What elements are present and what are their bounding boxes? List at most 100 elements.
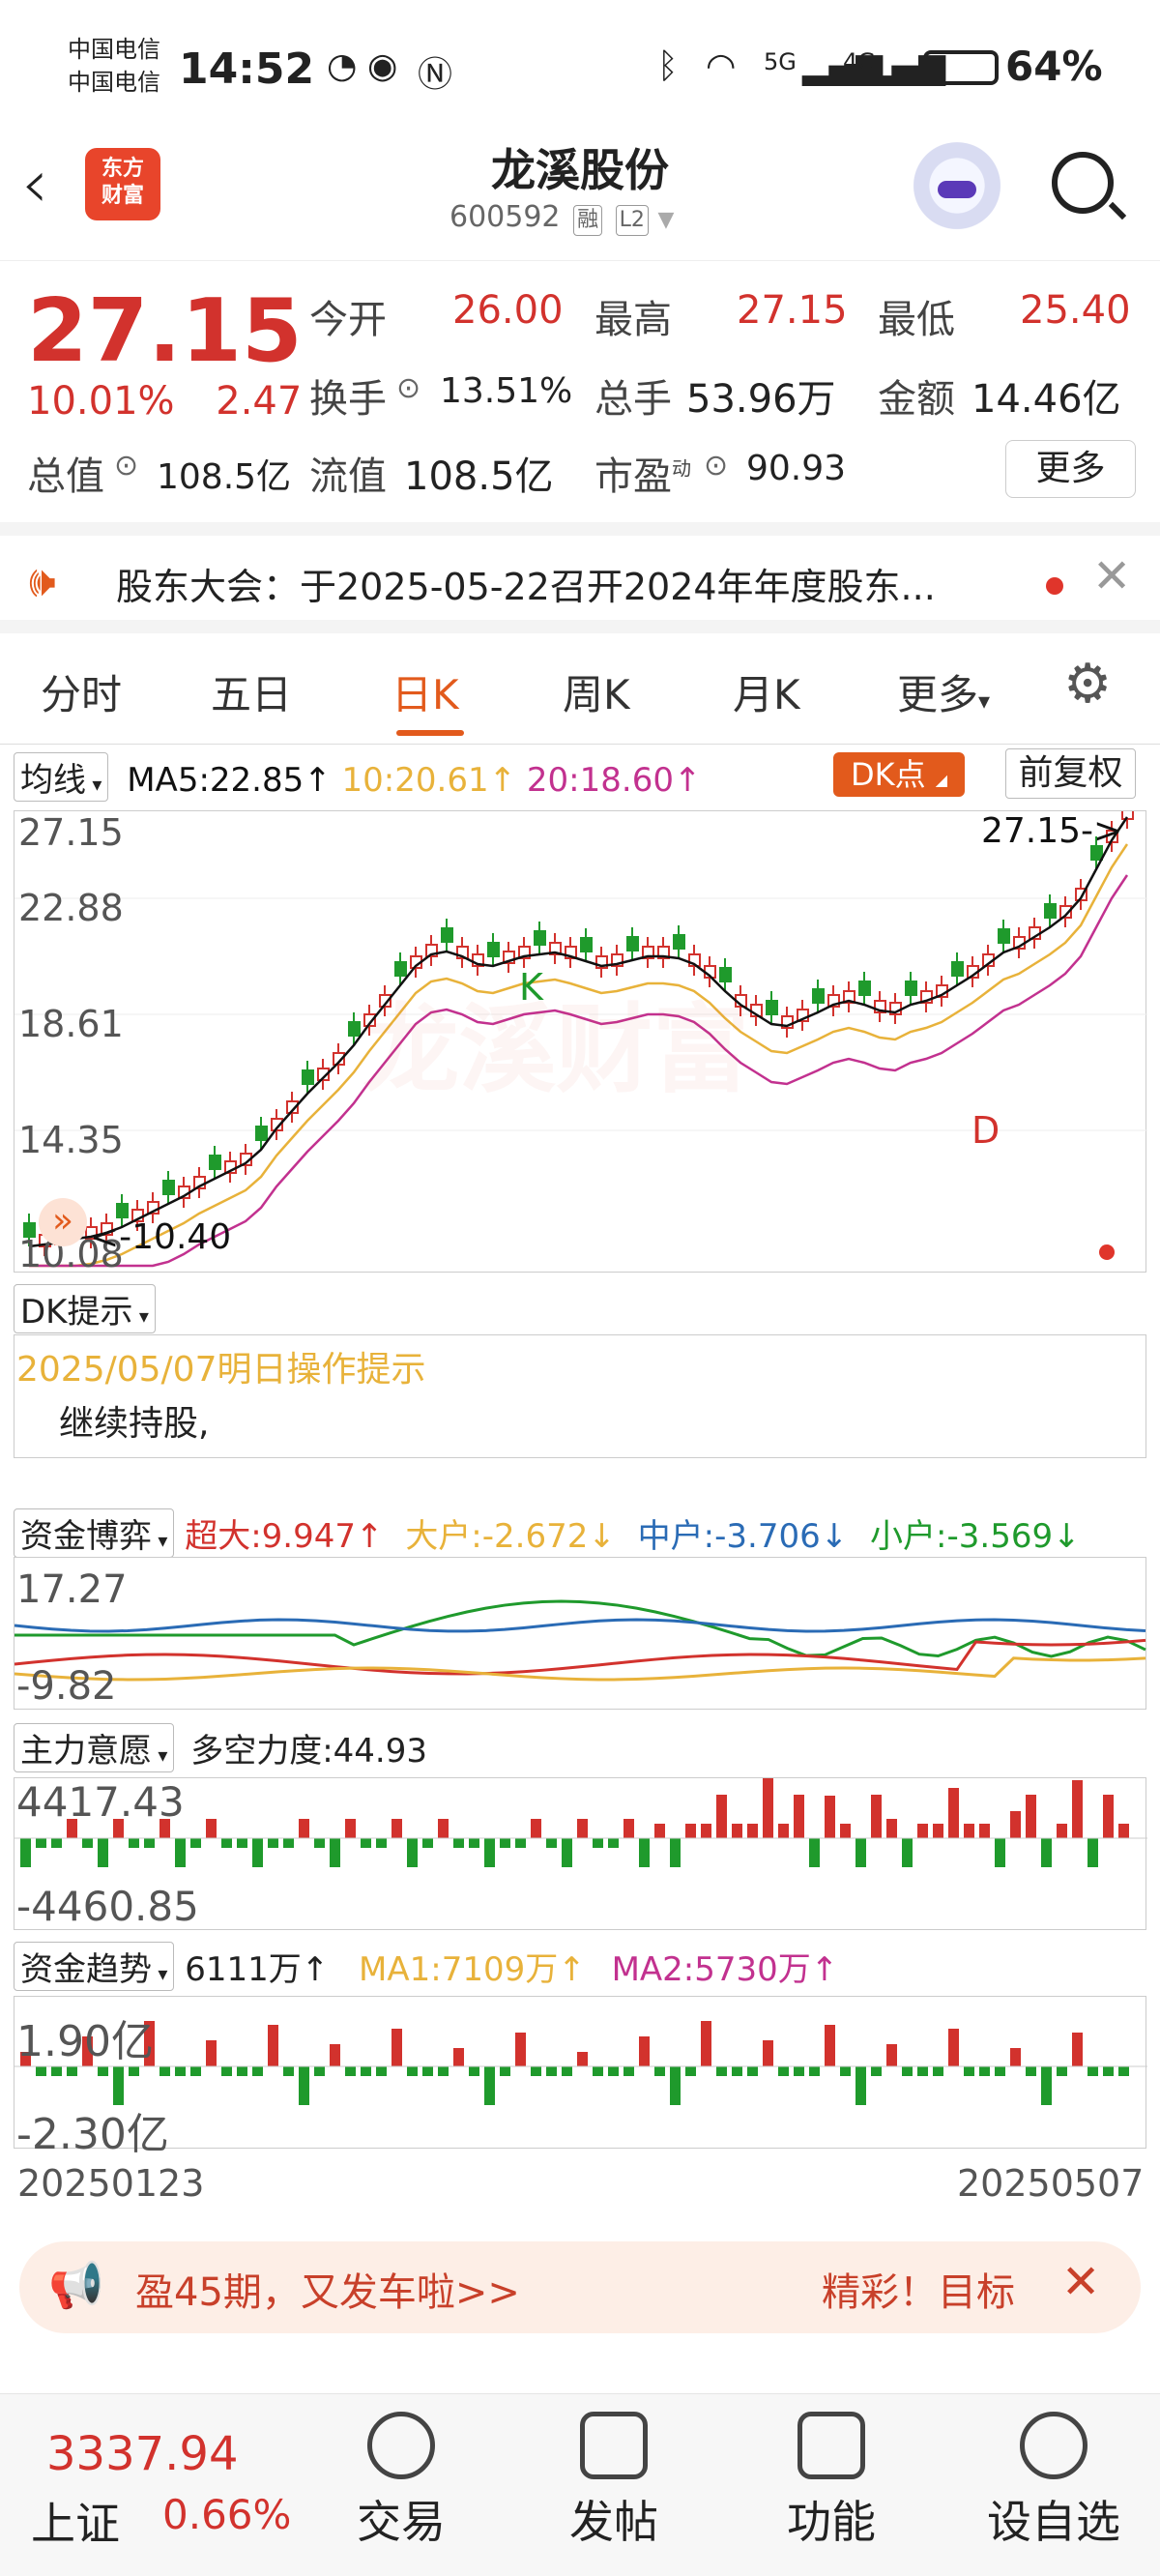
tab-monthly-k[interactable]: 月K — [733, 662, 800, 721]
will-bar — [237, 1838, 247, 1848]
candle-body — [673, 934, 685, 950]
will-bar — [577, 1819, 588, 1838]
will-bar — [129, 1838, 139, 1848]
expand-icon[interactable]: » — [39, 1198, 87, 1246]
will-bar — [1103, 1795, 1114, 1838]
active-tab-indicator — [396, 730, 464, 736]
tab-weekly-k[interactable]: 周K — [563, 662, 630, 721]
tab-wuri[interactable]: 五日 — [211, 662, 292, 721]
nav-add-watchlist[interactable]: 设自选 — [972, 2394, 1136, 2576]
kline-chart[interactable]: 27.15 22.88 18.61 14.35 10.08 27.15-> <-… — [14, 810, 1147, 1275]
trend-bar — [1010, 2048, 1021, 2066]
y-tick: 14.35 — [18, 1119, 124, 1161]
will-bar — [794, 1795, 804, 1838]
nav-functions[interactable]: 功能 — [764, 2394, 899, 2576]
trend-bar — [1072, 2033, 1083, 2066]
will-bar — [1072, 1780, 1083, 1838]
promo-banner[interactable]: 📢 盈45期，又发车啦>> 精彩！目标 ✕ — [19, 2241, 1141, 2333]
ai-assistant-icon[interactable] — [909, 142, 1005, 239]
index-change: 0.66% — [162, 2491, 292, 2538]
trend-bar — [283, 2066, 294, 2076]
tab-fenshi[interactable]: 分时 — [41, 662, 122, 721]
dk-tip-row: DK提示 ▾ — [0, 1284, 1160, 1333]
nav-post[interactable]: 发帖 — [546, 2394, 682, 2576]
will-bar — [948, 1788, 959, 1838]
settings-gear-icon[interactable]: ⚙ — [1063, 653, 1112, 716]
turnover-label: 换手 — [309, 377, 387, 422]
volume-label: 总手 — [594, 377, 672, 422]
bluetooth-icon: ᛒ — [657, 46, 679, 86]
info-icon[interactable]: ⊙ — [396, 371, 420, 405]
trend-value: 6111万↑ — [185, 1950, 330, 1989]
notice-bar[interactable]: 🕪 股东大会：于2025-05-22召开2024年年度股东... ✕ — [0, 522, 1160, 633]
candle-body — [487, 942, 500, 957]
ma10-value: 10:20.61↑ — [341, 761, 517, 800]
data-saver-icon: ◔ — [327, 46, 358, 86]
fund-game-selector[interactable]: 资金博弈 ▾ — [14, 1508, 175, 1558]
alert-dot — [1099, 1244, 1115, 1260]
fund-trend-selector[interactable]: 资金趋势 ▾ — [14, 1942, 175, 1991]
fund-trend-row: 资金趋势 ▾ 6111万↑ MA1:7109万↑ MA2:5730万↑ — [0, 1942, 1160, 1991]
dropdown-icon: ▾ — [978, 688, 991, 715]
trend-bar — [917, 2066, 928, 2076]
will-bar — [36, 1838, 46, 1848]
y-tick: 1.90亿 — [16, 2017, 154, 2066]
trend-bar — [515, 2033, 526, 2066]
main-will-selector[interactable]: 主力意愿 ▾ — [14, 1723, 175, 1772]
will-bar — [345, 1819, 356, 1838]
dk-point-button[interactable]: DK点 ◢ — [833, 752, 965, 797]
trend-bar — [160, 2066, 170, 2076]
will-bar — [593, 1838, 603, 1848]
tab-more-label: 更多 — [897, 671, 979, 718]
trend-bar — [345, 2066, 356, 2076]
ma-selector[interactable]: 均线 ▾ — [14, 752, 109, 802]
trend-bar — [763, 2040, 773, 2066]
trend-bar — [778, 2066, 789, 2076]
tab-more[interactable]: 更多▾ — [897, 662, 990, 721]
nav-label: 交易 — [357, 2496, 446, 2548]
info-icon[interactable]: ⊙ — [704, 449, 728, 483]
small-line — [14, 1599, 1146, 1658]
fund-trend-selector-label: 资金趋势 — [20, 1950, 152, 1989]
will-bar — [608, 1838, 619, 1848]
trend-bar — [407, 2066, 418, 2076]
float-cap-label: 流值 — [309, 454, 387, 499]
bottom-nav: 3337.94 上证 0.66% 交易 发帖 功能 设自选 — [0, 2393, 1160, 2576]
pe-label: 市盈动 — [594, 445, 691, 501]
high-label: 最高 — [594, 298, 672, 342]
will-bar — [20, 1838, 31, 1867]
ma-selector-label: 均线 — [20, 761, 86, 800]
nav-trade[interactable]: 交易 — [334, 2394, 469, 2576]
will-bar — [484, 1838, 495, 1867]
will-bar — [778, 1824, 789, 1838]
candle-body — [441, 927, 453, 943]
trend-bar — [995, 2066, 1005, 2076]
trend-bar — [732, 2066, 742, 2076]
trend-bar — [314, 2066, 325, 2076]
trend-bar — [577, 2052, 588, 2066]
index-ticker[interactable]: 3337.94 上证 0.66% — [0, 2394, 319, 2576]
main-will-chart[interactable]: 4417.43 -4460.85 — [14, 1777, 1147, 1930]
high-marker: 27.15-> — [981, 811, 1123, 851]
fund-trend-chart[interactable]: 1.90亿 -2.30亿 — [14, 1996, 1147, 2159]
status-bar: 中国电信 中国电信 14:52 ◔ ◉ Ⓝ ᛒ ◠ 5G ▂▄▆ 4G ▂▄▆ … — [0, 0, 1160, 140]
dk-tip-selector[interactable]: DK提示 ▾ — [14, 1284, 156, 1333]
trend-bar — [175, 2066, 186, 2076]
fund-game-chart[interactable]: 17.27 -9.82 — [14, 1557, 1146, 1710]
medium-value: 中户:-3.706↓ — [637, 1517, 849, 1556]
stock-code-row[interactable]: 600592 融 L2 ▼ — [450, 200, 674, 236]
will-bar — [685, 1824, 696, 1838]
trend-bar — [1103, 2066, 1114, 2076]
promo-text: 盈45期，又发车啦>> — [135, 2270, 520, 2315]
will-bar — [979, 1824, 990, 1838]
close-icon[interactable]: ✕ — [1061, 2255, 1100, 2309]
search-icon[interactable] — [1052, 152, 1114, 214]
info-icon[interactable]: ⊙ — [114, 449, 138, 483]
tab-daily-k[interactable]: 日K — [392, 662, 459, 721]
close-icon[interactable]: ✕ — [1092, 549, 1131, 603]
more-button[interactable]: 更多 — [1005, 440, 1136, 498]
will-bar — [361, 1838, 371, 1848]
trend-bar — [299, 2066, 309, 2105]
adjust-button[interactable]: 前复权 — [1005, 748, 1136, 799]
battery-icon — [923, 50, 999, 85]
